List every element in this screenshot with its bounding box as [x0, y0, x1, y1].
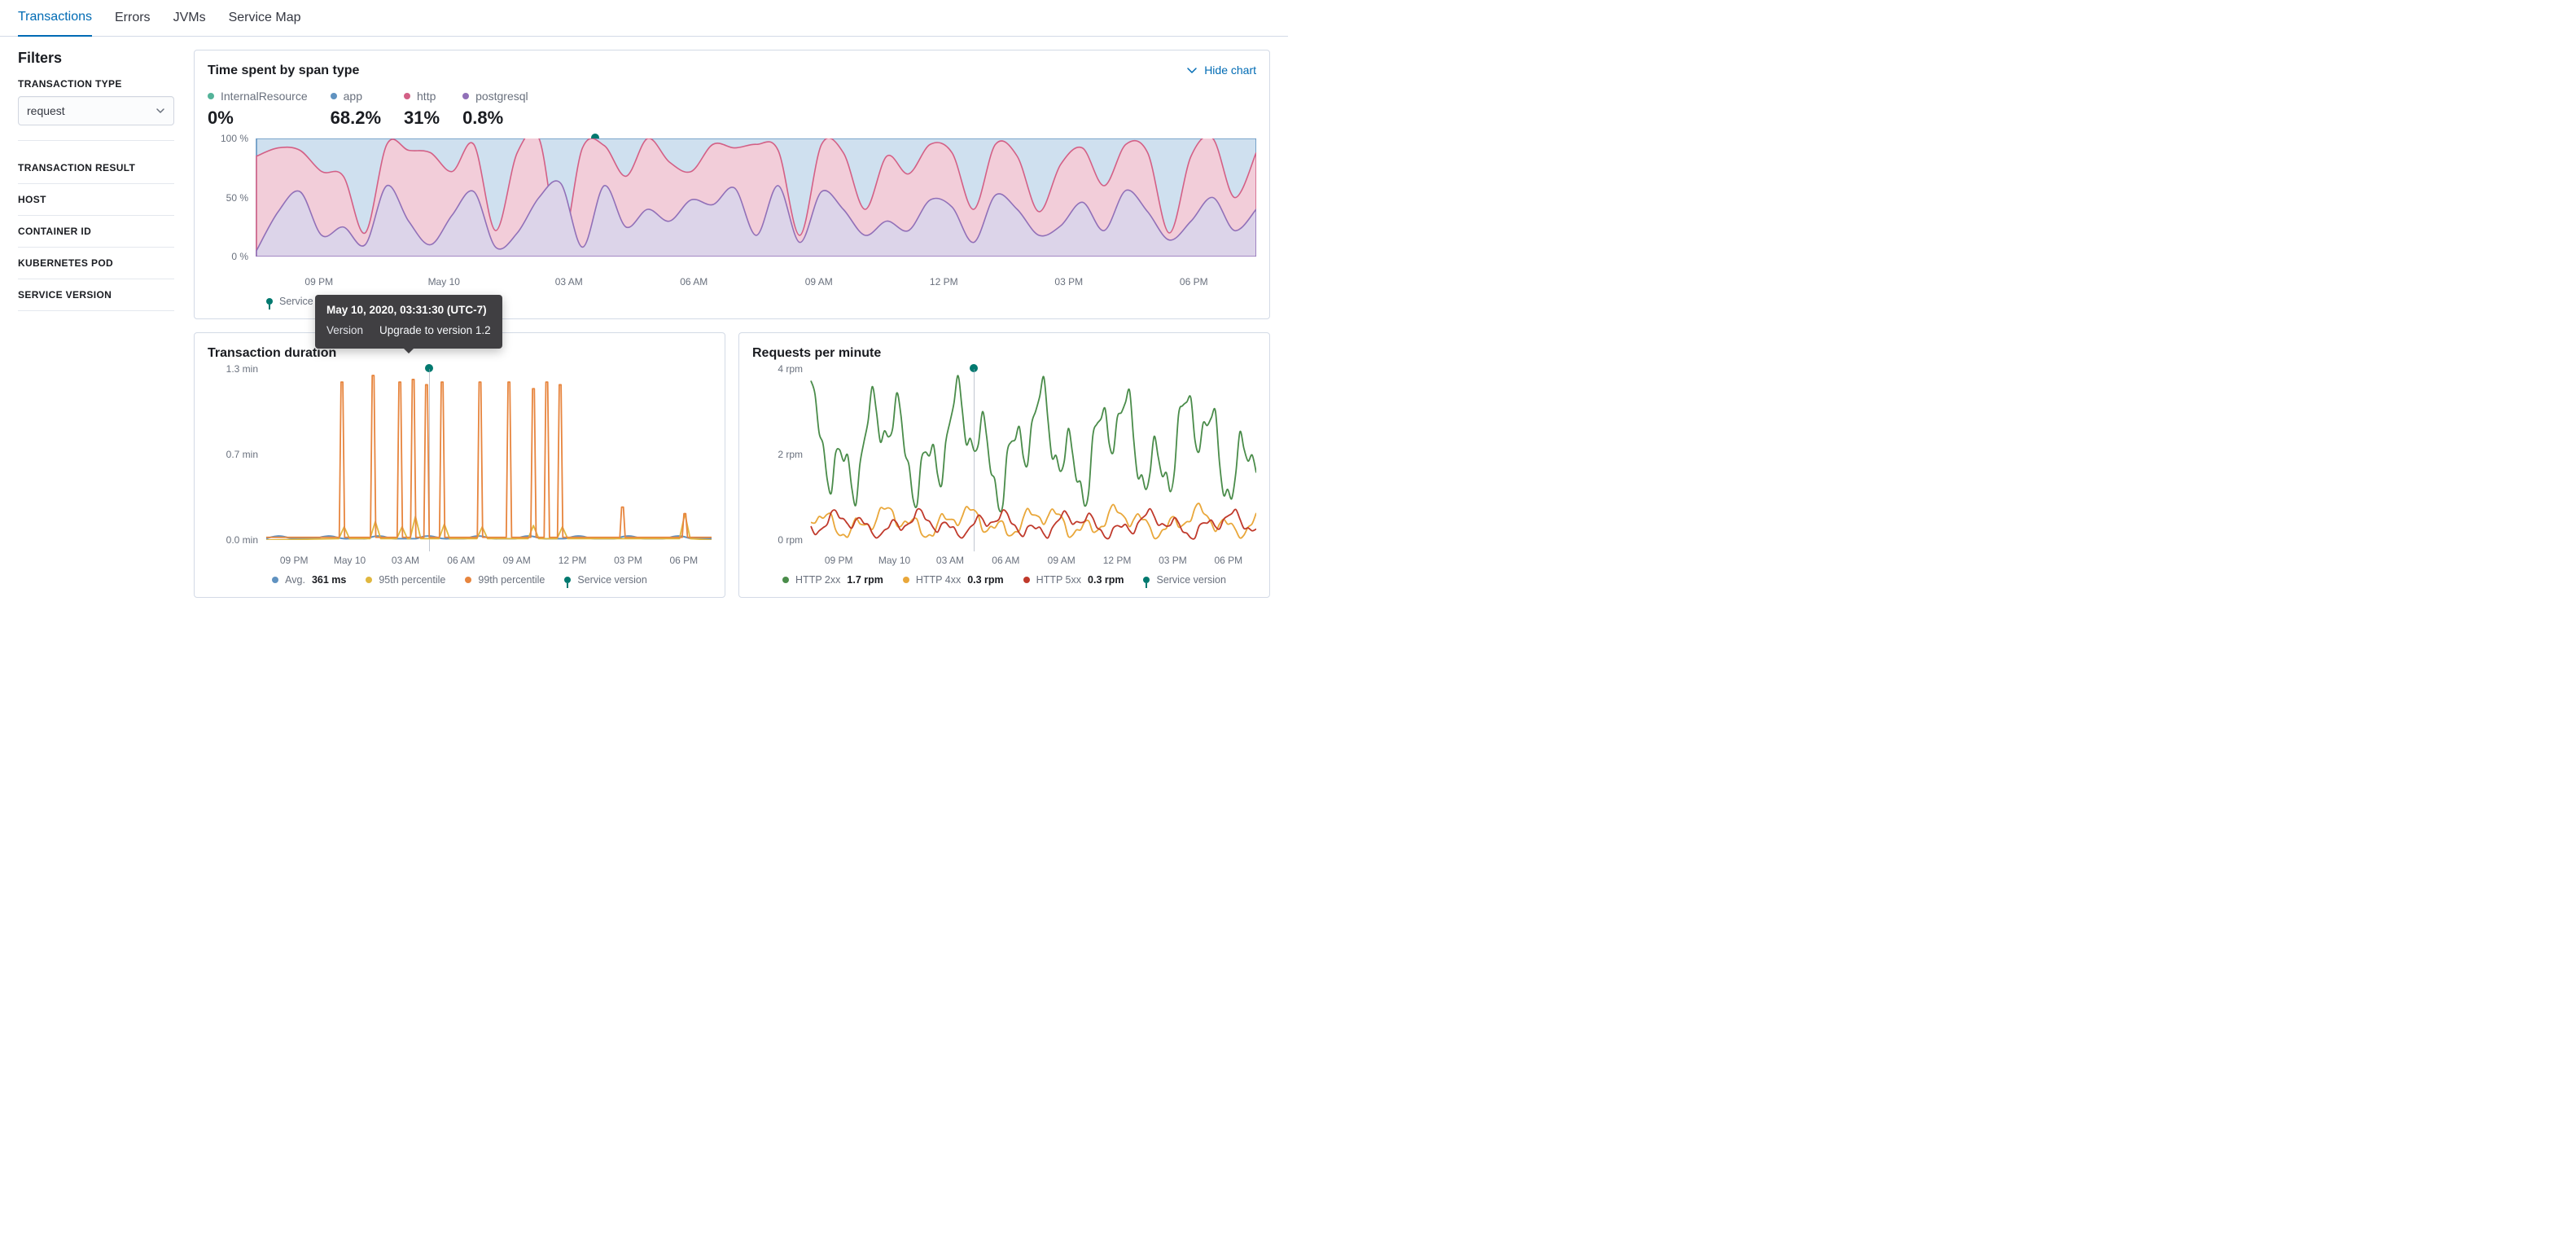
legend-label: InternalResource: [221, 90, 308, 103]
legend-label: app: [344, 90, 362, 103]
legend-value: 68.2%: [331, 108, 381, 129]
legend-label: http: [417, 90, 436, 103]
legend-value: 0.3 rpm: [967, 574, 1003, 586]
legend-label: HTTP 4xx: [916, 574, 961, 586]
span-type-x-axis: 09 PMMay 1003 AM06 AM09 AM12 PM03 PM06 P…: [208, 273, 1256, 288]
filter-divider: [18, 140, 174, 141]
tab-jvms[interactable]: JVMs: [173, 1, 206, 36]
legend-dot-icon: [782, 577, 789, 583]
legend-service-version[interactable]: Service version: [564, 574, 646, 586]
service-version-pin-icon: [1143, 577, 1150, 583]
tooltip-key: Version: [326, 323, 363, 339]
filter-item-transaction-result[interactable]: TRANSACTION RESULT: [18, 152, 174, 184]
filter-item-kubernetes-pod[interactable]: KUBERNETES POD: [18, 248, 174, 279]
filter-item-host[interactable]: HOST: [18, 184, 174, 216]
legend-value: 31%: [404, 108, 440, 129]
legend-service-version[interactable]: Service version: [1143, 574, 1225, 586]
transaction-duration-legend: Avg. 361 ms 95th percentile 99th percent…: [208, 566, 712, 590]
legend-dot-icon: [272, 577, 278, 583]
top-tabs: Transactions Errors JVMs Service Map: [0, 0, 1288, 37]
legend-label: Service version: [1156, 574, 1225, 586]
legend-label: HTTP 2xx: [795, 574, 840, 586]
legend-p99[interactable]: 99th percentile: [465, 574, 545, 586]
tab-service-map[interactable]: Service Map: [229, 1, 301, 36]
legend-value: 0%: [208, 108, 308, 129]
legend-dot-icon: [465, 577, 471, 583]
legend-dot-icon: [903, 577, 909, 583]
legend-dot-icon: [1023, 577, 1030, 583]
filter-item-container-id[interactable]: CONTAINER ID: [18, 216, 174, 248]
requests-per-minute-title: Requests per minute: [752, 346, 1256, 361]
filters-title: Filters: [18, 50, 174, 67]
legend-internalresource[interactable]: InternalResource 0%: [208, 90, 308, 129]
chevron-down-icon: [1186, 64, 1198, 76]
chevron-down-icon: [156, 106, 165, 116]
span-type-title: Time spent by span type: [208, 64, 359, 78]
legend-dot-icon: [208, 93, 214, 99]
requests-per-minute-chart[interactable]: 4 rpm2 rpm0 rpm: [752, 369, 1256, 551]
requests-per-minute-x-axis: 09 PMMay 1003 AM06 AM09 AM12 PM03 PM06 P…: [752, 551, 1256, 566]
service-version-pin-icon: [266, 298, 273, 305]
legend-postgresql[interactable]: postgresql 0.8%: [462, 90, 528, 129]
legend-label: 99th percentile: [478, 574, 545, 586]
legend-dot-icon: [366, 577, 372, 583]
filter-list: TRANSACTION RESULT HOST CONTAINER ID KUB…: [18, 152, 174, 311]
legend-http-2xx[interactable]: HTTP 2xx 1.7 rpm: [782, 574, 883, 586]
legend-label: Avg.: [285, 574, 305, 586]
span-type-panel: Time spent by span type Hide chart Inter…: [194, 50, 1270, 319]
legend-dot-icon: [462, 93, 469, 99]
legend-app[interactable]: app 68.2%: [331, 90, 381, 129]
legend-value: 1.7 rpm: [847, 574, 883, 586]
legend-label: 95th percentile: [379, 574, 445, 586]
legend-dot-icon: [331, 93, 337, 99]
requests-per-minute-panel: Requests per minute 4 rpm2 rpm0 rpm 09 P…: [738, 332, 1270, 598]
transaction-duration-panel: Transaction duration 1.3 min0.7 min0.0 m…: [194, 332, 725, 598]
tooltip-title: May 10, 2020, 03:31:30 (UTC-7): [326, 303, 491, 318]
service-version-pin-icon: [564, 577, 571, 583]
tooltip-value: Upgrade to version 1.2: [379, 323, 491, 339]
transaction-type-value: request: [27, 104, 65, 117]
legend-dot-icon: [404, 93, 410, 99]
legend-label: Service version: [577, 574, 646, 586]
tab-errors[interactable]: Errors: [115, 1, 151, 36]
span-type-legend: InternalResource 0% app 68.2% http 31% p…: [208, 90, 1256, 129]
filter-item-service-version[interactable]: SERVICE VERSION: [18, 279, 174, 311]
legend-p95[interactable]: 95th percentile: [366, 574, 445, 586]
transaction-duration-x-axis: 09 PMMay 1003 AM06 AM09 AM12 PM03 PM06 P…: [208, 551, 712, 566]
requests-per-minute-legend: HTTP 2xx 1.7 rpm HTTP 4xx 0.3 rpm HTTP 5…: [752, 566, 1256, 590]
legend-value: 361 ms: [312, 574, 346, 586]
span-type-chart[interactable]: 100 %50 %0 %: [208, 138, 1256, 273]
filters-sidebar: Filters TRANSACTION TYPE request TRANSAC…: [18, 50, 174, 611]
legend-label: HTTP 5xx: [1036, 574, 1081, 586]
filter-transaction-type-label: TRANSACTION TYPE: [18, 78, 174, 90]
transaction-duration-chart[interactable]: 1.3 min0.7 min0.0 min: [208, 369, 712, 551]
hide-chart-button[interactable]: Hide chart: [1186, 64, 1256, 77]
legend-value: 0.3 rpm: [1088, 574, 1124, 586]
legend-http-5xx[interactable]: HTTP 5xx 0.3 rpm: [1023, 574, 1124, 586]
chart-tooltip: May 10, 2020, 03:31:30 (UTC-7) Version U…: [315, 295, 502, 349]
legend-label: postgresql: [475, 90, 528, 103]
legend-http[interactable]: http 31%: [404, 90, 440, 129]
tab-transactions[interactable]: Transactions: [18, 0, 92, 37]
legend-avg[interactable]: Avg. 361 ms: [272, 574, 346, 586]
legend-value: 0.8%: [462, 108, 528, 129]
hide-chart-label: Hide chart: [1204, 64, 1256, 77]
legend-http-4xx[interactable]: HTTP 4xx 0.3 rpm: [903, 574, 1004, 586]
transaction-type-select[interactable]: request: [18, 96, 174, 125]
